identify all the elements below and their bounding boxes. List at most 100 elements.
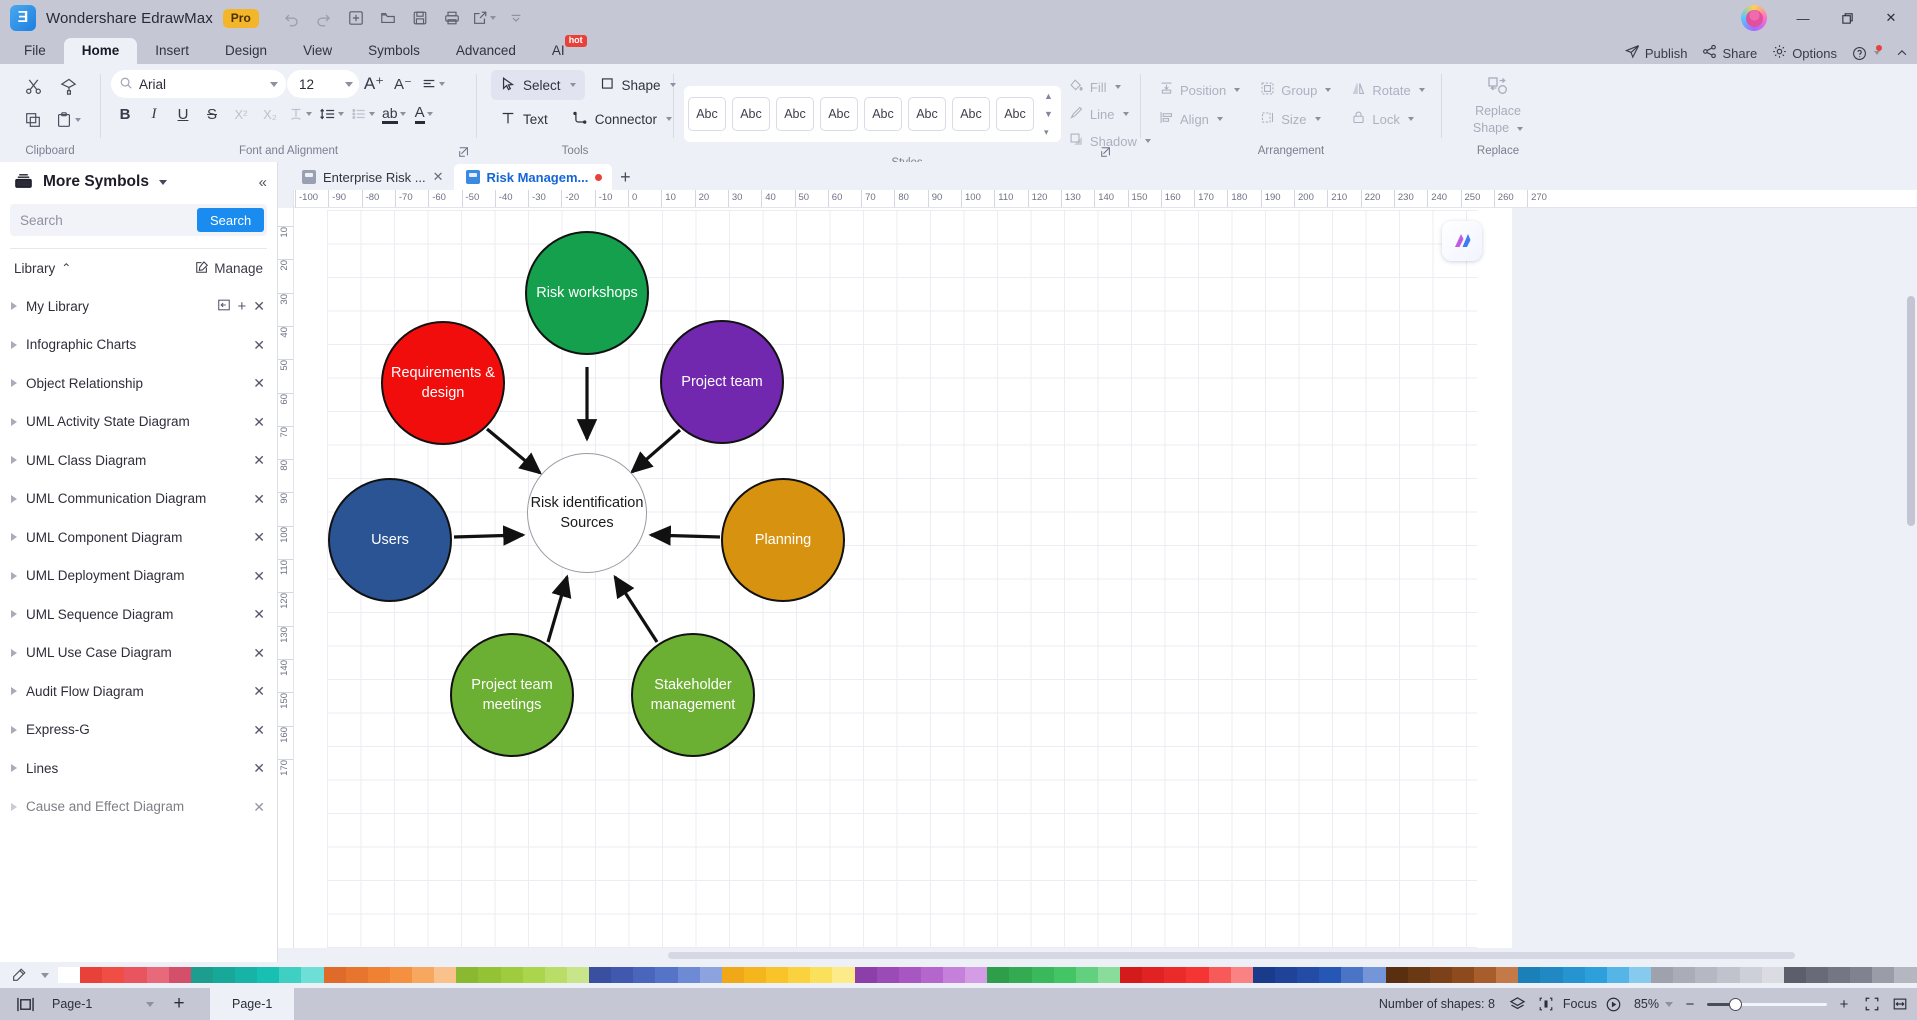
library-item-audit-flow-diagram[interactable]: Audit Flow Diagram ✕: [0, 672, 277, 711]
zoom-in-button[interactable]: +: [1833, 993, 1855, 1015]
share-button[interactable]: Share: [1702, 44, 1757, 62]
color-swatch[interactable]: [788, 967, 811, 983]
close-icon[interactable]: ✕: [253, 761, 265, 775]
node-risk-identification-sources[interactable]: Risk identification Sources: [527, 453, 647, 573]
color-swatch[interactable]: [323, 967, 346, 983]
close-icon[interactable]: ✕: [253, 800, 265, 814]
color-swatch[interactable]: [412, 967, 435, 983]
library-item-uml-activity-state-diagram[interactable]: UML Activity State Diagram ✕: [0, 403, 277, 442]
color-swatch[interactable]: [965, 967, 988, 983]
chevron-down-icon[interactable]: [270, 81, 278, 87]
color-swatch[interactable]: [1142, 967, 1165, 983]
tab-ai[interactable]: AI hot: [534, 35, 587, 64]
color-swatch[interactable]: [566, 967, 589, 983]
color-swatch[interactable]: [766, 967, 789, 983]
close-icon[interactable]: ✕: [253, 376, 265, 390]
color-swatch[interactable]: [876, 967, 899, 983]
color-swatch[interactable]: [1274, 967, 1297, 983]
fit-width-icon[interactable]: [1889, 993, 1911, 1015]
library-item-uml-component-diagram[interactable]: UML Component Diagram ✕: [0, 518, 277, 557]
chevron-right-icon[interactable]: [11, 302, 17, 311]
close-icon[interactable]: ✕: [253, 299, 265, 313]
redo-icon[interactable]: [309, 5, 339, 31]
color-swatch[interactable]: [124, 967, 147, 983]
position-button[interactable]: Position: [1151, 76, 1248, 104]
chevron-right-icon[interactable]: [11, 417, 17, 426]
color-swatch[interactable]: [522, 967, 545, 983]
vertical-ruler[interactable]: 10 20 30 40 50 60 70 80 90 100 110 120 130 140 150 160 1…: [278, 208, 294, 948]
options-button[interactable]: Options: [1772, 44, 1837, 62]
style-swatch[interactable]: Abc: [908, 97, 946, 131]
select-tool-button[interactable]: Select: [491, 70, 585, 100]
color-swatch[interactable]: [655, 967, 678, 983]
shape-tool-button[interactable]: Shape: [591, 70, 685, 100]
lock-button[interactable]: Lock: [1343, 105, 1432, 133]
gallery-expand-icon[interactable]: ▾: [1044, 127, 1053, 136]
node-requirements-design[interactable]: Requirements & design: [381, 321, 505, 445]
color-swatch[interactable]: [1739, 967, 1762, 983]
connector-tool-button[interactable]: Connector: [563, 104, 681, 134]
styles-dialog-launcher-icon[interactable]: [1100, 146, 1112, 161]
close-icon[interactable]: ✕: [253, 492, 265, 506]
color-swatch[interactable]: [1363, 967, 1386, 983]
tab-file[interactable]: File: [6, 38, 64, 64]
text-tool-button[interactable]: Text: [491, 104, 557, 134]
library-item-uml-class-diagram[interactable]: UML Class Diagram ✕: [0, 441, 277, 480]
library-item-uml-deployment-diagram[interactable]: UML Deployment Diagram ✕: [0, 557, 277, 596]
style-swatch[interactable]: Abc: [688, 97, 726, 131]
library-item-my-library[interactable]: My Library + ✕: [0, 287, 277, 326]
cut-icon[interactable]: [16, 70, 50, 102]
close-icon[interactable]: ✕: [253, 569, 265, 583]
close-icon[interactable]: ✕: [253, 646, 265, 660]
color-swatch[interactable]: [1009, 967, 1032, 983]
chevron-right-icon[interactable]: [11, 533, 17, 542]
color-swatch[interactable]: [544, 967, 567, 983]
new-icon[interactable]: [341, 5, 371, 31]
color-swatch[interactable]: [146, 967, 169, 983]
color-swatch[interactable]: [987, 967, 1010, 983]
color-swatch[interactable]: [235, 967, 258, 983]
chevron-down-icon[interactable]: [345, 81, 353, 87]
size-button[interactable]: Size: [1252, 105, 1339, 133]
italic-button[interactable]: I: [140, 100, 168, 128]
color-swatch[interactable]: [1695, 967, 1718, 983]
color-swatch[interactable]: [102, 967, 125, 983]
avatar[interactable]: [1741, 5, 1767, 31]
color-swatch[interactable]: [279, 967, 302, 983]
publish-button[interactable]: Publish: [1624, 44, 1687, 62]
color-swatch[interactable]: [1562, 967, 1585, 983]
chevron-right-icon[interactable]: [11, 764, 17, 773]
style-swatch[interactable]: Abc: [996, 97, 1034, 131]
close-icon[interactable]: ✕: [253, 530, 265, 544]
color-swatch[interactable]: [1717, 967, 1740, 983]
color-swatch[interactable]: [898, 967, 921, 983]
chevron-down-icon[interactable]: [158, 179, 167, 185]
chevron-right-icon[interactable]: [11, 494, 17, 503]
color-swatch[interactable]: [1761, 967, 1784, 983]
library-item-cause-and-effect-diagram[interactable]: Cause and Effect Diagram ✕: [0, 788, 277, 827]
decrease-font-size-button[interactable]: A⁻: [389, 70, 417, 98]
close-icon[interactable]: ✕: [253, 415, 265, 429]
style-swatch[interactable]: Abc: [820, 97, 858, 131]
color-swatch[interactable]: [190, 967, 213, 983]
document-tab-risk-management[interactable]: Risk Managem...: [453, 164, 613, 190]
layers-icon[interactable]: [1507, 993, 1529, 1015]
present-icon[interactable]: [1603, 993, 1625, 1015]
color-swatch[interactable]: [212, 967, 235, 983]
color-swatch[interactable]: [1341, 967, 1364, 983]
search-button[interactable]: Search: [197, 208, 265, 232]
color-swatch[interactable]: [478, 967, 501, 983]
color-swatch[interactable]: [1429, 967, 1452, 983]
library-item-lines[interactable]: Lines ✕: [0, 749, 277, 788]
color-swatch[interactable]: [832, 967, 855, 983]
chevron-right-icon[interactable]: [11, 340, 17, 349]
customize-qat-icon[interactable]: [501, 5, 531, 31]
color-swatch[interactable]: [1385, 967, 1408, 983]
horizontal-scrollbar[interactable]: [278, 948, 1917, 962]
page-tab[interactable]: Page-1: [210, 988, 295, 1020]
color-swatch[interactable]: [301, 967, 324, 983]
color-swatch[interactable]: [1606, 967, 1629, 983]
chevron-right-icon[interactable]: [11, 687, 17, 696]
style-swatch[interactable]: Abc: [732, 97, 770, 131]
superscript-button[interactable]: X²: [227, 100, 255, 128]
